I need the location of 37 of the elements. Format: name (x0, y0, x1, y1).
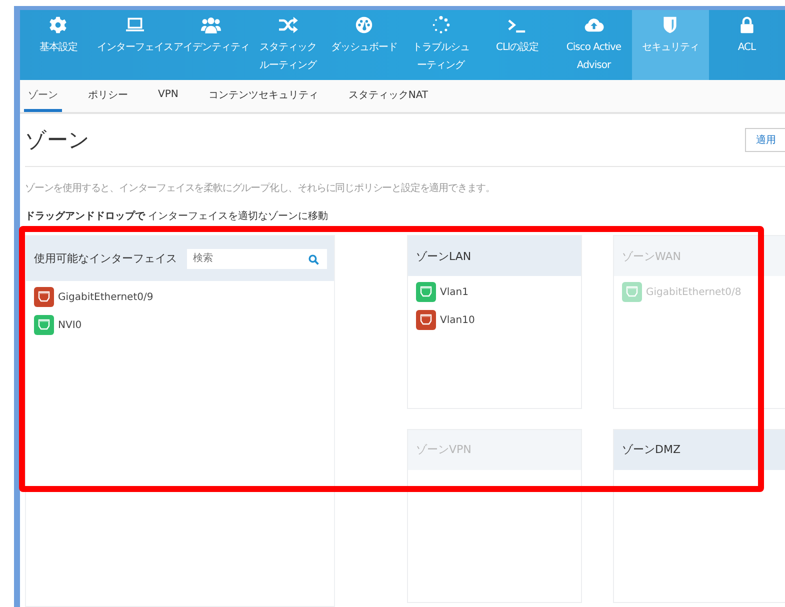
zone-title: ゾーンLAN (408, 236, 581, 276)
tab[interactable]: VPN (154, 80, 182, 112)
nav-item[interactable]: トラブルシューティング (402, 10, 479, 80)
shuffle-icon (278, 16, 298, 34)
gauge-icon (354, 16, 374, 34)
loading-dots-icon (430, 16, 451, 34)
search-field[interactable]: 検索 (187, 248, 327, 268)
page-title: ゾーン (25, 127, 90, 154)
nav-item[interactable]: Cisco Active Advisor (556, 10, 632, 80)
nav-item[interactable]: スタティックルーティング (250, 10, 326, 80)
gear-icon (48, 16, 68, 34)
interface-name[interactable]: GigabitEthernet0/9 (58, 292, 154, 302)
nav-item[interactable]: セキュリティ (632, 10, 708, 80)
tab[interactable]: コンテンツセキュリティ (204, 80, 322, 112)
instruction-text: ドラッグアンドドロップで インターフェイスを適切なゾーンに移動 (25, 209, 330, 223)
people-icon (201, 16, 222, 34)
laptop-icon (124, 16, 145, 34)
zone-title: ゾーンWAN (614, 236, 785, 276)
interface-name[interactable]: Vlan10 (440, 314, 475, 326)
tab[interactable]: ゾーン (24, 80, 62, 112)
interface-name[interactable]: NVI0 (58, 320, 82, 330)
panel-title: 使用可能なインターフェイス (34, 251, 177, 266)
apply-button[interactable]: 適用 (745, 128, 785, 152)
nav-item[interactable]: ACL (708, 10, 785, 80)
nav-item[interactable]: CLIの設定 (479, 10, 556, 80)
nav-item[interactable]: 基本設定 (20, 10, 96, 80)
search-icon[interactable] (308, 254, 319, 264)
tab[interactable]: ポリシー (84, 80, 132, 112)
interface-name[interactable]: Vlan1 (440, 286, 468, 298)
description-text: ゾーンを使用すると、インターフェイスを柔軟にグループ化し、それらに同じポリシーと設定を適用できます。 (25, 182, 496, 195)
zone-title: ゾーンVPN (408, 430, 581, 470)
nav-item[interactable]: アイデンティティ (173, 10, 250, 80)
zone-title: ゾーンDMZ (614, 430, 785, 470)
nav-item[interactable]: インターフェイス (96, 10, 173, 80)
nav-item[interactable]: ダッシュボード (326, 10, 402, 80)
tab[interactable]: スタティックNAT (344, 80, 432, 112)
cloud-upload-icon (584, 16, 604, 34)
